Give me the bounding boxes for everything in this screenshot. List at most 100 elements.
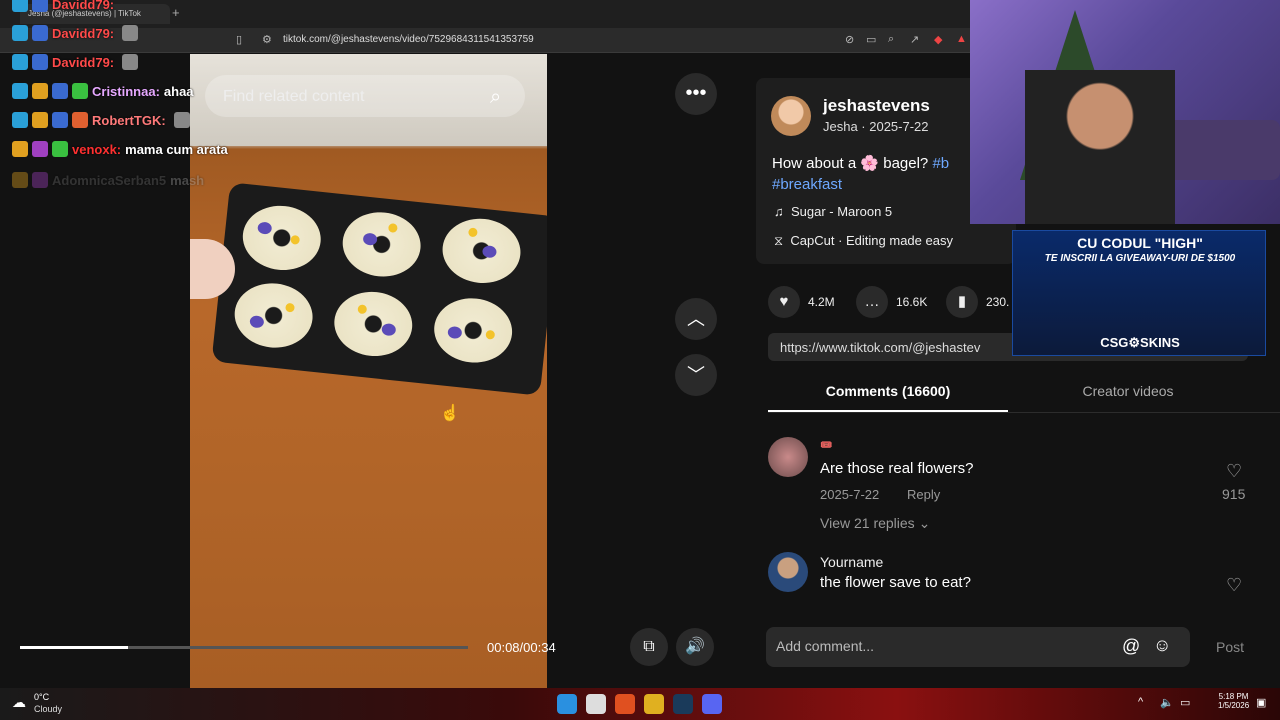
- volume-icon[interactable]: 🔊: [676, 628, 714, 666]
- badge-icon: [12, 54, 28, 70]
- chat-message: Cristinnaa: ahaa: [12, 83, 194, 99]
- browser-tab-bar: Jesha (@jeshastevens) | TikTok +: [0, 0, 970, 28]
- discord-icon[interactable]: [702, 694, 722, 714]
- avatar[interactable]: [768, 552, 808, 592]
- capcut-label: CapCut · Editing made easy: [790, 233, 953, 248]
- badge-icon: [32, 112, 48, 128]
- heart-icon: ♥: [768, 286, 800, 318]
- related-search-input[interactable]: Find related content: [205, 75, 525, 117]
- save-button[interactable]: ▮ 230.: [946, 286, 1009, 318]
- brave-shield-icon[interactable]: ◆: [934, 33, 942, 46]
- next-video-button[interactable]: ﹀: [675, 354, 717, 396]
- avatar[interactable]: [768, 437, 808, 477]
- comment-author[interactable]: Yourname: [820, 554, 883, 570]
- gift-badge-icon: [72, 83, 88, 99]
- weather-temp: 0°C: [34, 692, 50, 702]
- chat-message: AdomnicaSerban5 mash: [12, 172, 204, 188]
- chat-user: Davidd79:: [52, 25, 115, 41]
- streamer: [1025, 70, 1175, 224]
- bagel: [339, 208, 424, 281]
- badge-icon: [72, 112, 88, 128]
- brave-icon[interactable]: [615, 694, 635, 714]
- badge-icon: [32, 83, 48, 99]
- weather-icon[interactable]: ☁: [12, 694, 26, 711]
- badge-icon: [32, 172, 48, 188]
- chat-user: AdomnicaSerban5: [52, 172, 167, 188]
- streamer-webcam: [970, 0, 1280, 224]
- tab-comments[interactable]: Comments (16600): [768, 383, 1008, 399]
- comment-count: 16.6K: [896, 295, 928, 309]
- start-icon[interactable]: [557, 694, 577, 714]
- comment-author[interactable]: 🎟️: [820, 440, 832, 451]
- more-options-button[interactable]: •••: [675, 73, 717, 115]
- share-icon[interactable]: ↗: [910, 33, 919, 46]
- save-count: 230.: [986, 295, 1010, 309]
- zoom-icon[interactable]: ⌕: [888, 33, 894, 46]
- chat-text: ahaa: [163, 83, 194, 99]
- badge-icon: [12, 25, 28, 41]
- comment-date: 2025-7-22: [820, 487, 880, 502]
- chevron-down-icon: ⌄: [918, 515, 931, 531]
- speaker-icon[interactable]: 🔈: [1160, 696, 1174, 709]
- translate-icon[interactable]: ⊘: [845, 33, 854, 46]
- creator-username[interactable]: jeshastevens: [823, 96, 930, 116]
- comment-text: the flower save to eat?: [820, 574, 971, 591]
- rewards-icon[interactable]: ▲: [956, 33, 967, 45]
- bagel: [231, 279, 316, 352]
- view-replies-button[interactable]: View 21 replies ⌄: [820, 515, 930, 532]
- post-button[interactable]: Post: [1216, 639, 1244, 655]
- comment-like-icon[interactable]: ♡: [1226, 575, 1242, 596]
- music-link[interactable]: ♫ Sugar - Maroon 5: [774, 204, 892, 219]
- emote-icon: [173, 112, 190, 128]
- network-icon[interactable]: ▭: [1180, 696, 1190, 709]
- url-field[interactable]: tiktok.com/@jeshastevens/video/752968431…: [283, 34, 534, 45]
- bookmark-icon[interactable]: ▯: [236, 33, 242, 46]
- previous-video-button[interactable]: ︿: [675, 298, 717, 340]
- capcut-link[interactable]: ⧖ CapCut · Editing made easy: [774, 233, 953, 249]
- tray-chevron-icon[interactable]: ^: [1138, 696, 1143, 708]
- badge-icon: [32, 25, 48, 41]
- comment-text: Are those real flowers?: [820, 460, 974, 477]
- chat-user: Cristinnaa:: [92, 83, 160, 99]
- emote-icon: [122, 54, 139, 70]
- weather-condition: Cloudy: [34, 704, 63, 714]
- video-player[interactable]: [190, 54, 547, 688]
- explorer-window-icon[interactable]: [586, 694, 606, 714]
- badge-icon: [52, 83, 68, 99]
- badge-icon: [12, 83, 28, 99]
- badge-icon: [12, 172, 28, 188]
- badge-icon: [32, 141, 48, 157]
- mini-player-icon[interactable]: ⧉: [630, 628, 668, 666]
- steam-icon[interactable]: [673, 694, 693, 714]
- tab-divider: [768, 412, 1280, 413]
- tab-creator-videos[interactable]: Creator videos: [1008, 383, 1248, 399]
- reply-button[interactable]: Reply: [907, 487, 940, 502]
- hashtag-breakfast-link[interactable]: #breakfast: [772, 176, 842, 193]
- comment-icon: …: [856, 286, 888, 318]
- creator-subline: Jesha · 2025-7-22: [823, 119, 929, 134]
- comment-like-icon[interactable]: ♡: [1226, 461, 1242, 482]
- clock[interactable]: 5:18 PM 1/5/2026: [1218, 692, 1249, 710]
- badge-icon: [12, 0, 28, 12]
- promo-subline: TE INSCRII LA GIVEAWAY-URI DE $1500: [1044, 253, 1236, 264]
- avatar[interactable]: [771, 96, 811, 136]
- cursor-icon: ☝: [440, 405, 460, 422]
- clock-date: 1/5/2026: [1218, 701, 1250, 710]
- emoji-icon[interactable]: ☺: [1153, 635, 1171, 656]
- like-button[interactable]: ♥ 4.2M: [768, 286, 835, 318]
- mention-icon[interactable]: @: [1122, 636, 1140, 657]
- video-time: 00:08/00:34: [487, 640, 556, 655]
- search-icon[interactable]: ⌕: [490, 86, 501, 109]
- address-bar: ▯ ⚙ tiktok.com/@jeshastevens/video/75296…: [0, 28, 970, 53]
- reader-icon[interactable]: ▭: [866, 33, 876, 46]
- hashtag-link[interactable]: #b: [932, 155, 949, 172]
- site-info-icon[interactable]: ⚙: [262, 33, 272, 46]
- notification-icon[interactable]: ▣: [1256, 696, 1266, 709]
- bookmark-icon: ▮: [946, 286, 978, 318]
- bagel: [439, 214, 524, 287]
- folder-icon[interactable]: [644, 694, 664, 714]
- chat-text: mash: [170, 172, 205, 188]
- new-tab-button[interactable]: +: [172, 5, 180, 20]
- comment-button[interactable]: … 16.6K: [856, 286, 927, 318]
- badge-icon: [52, 112, 68, 128]
